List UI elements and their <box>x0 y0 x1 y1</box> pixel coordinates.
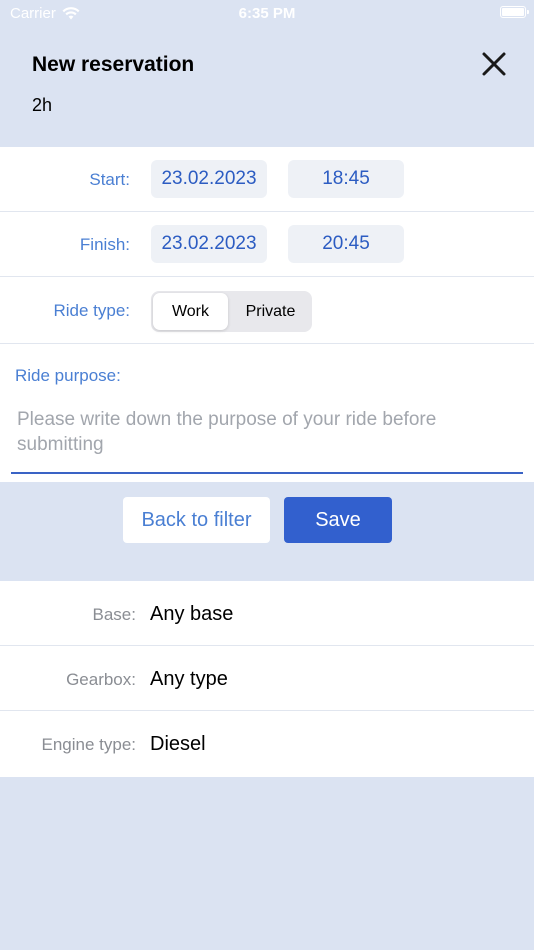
ride-type-row: Ride type: Work Private <box>0 277 534 344</box>
back-to-filter-button[interactable]: Back to filter <box>123 497 270 543</box>
sheet-header: New reservation 2h <box>0 22 534 146</box>
filter-summary: Base: Any base Gearbox: Any type Engine … <box>0 581 534 777</box>
filter-row-engine-type[interactable]: Engine type: Diesel <box>0 711 534 777</box>
ride-type-private-segment[interactable]: Private <box>231 293 310 330</box>
ride-type-segmented-control: Work Private <box>151 291 312 332</box>
filter-row-base[interactable]: Base: Any base <box>0 581 534 646</box>
reservation-sheet: New reservation 2h Start: 23.02.2023 18:… <box>0 22 534 950</box>
start-date-picker[interactable]: 23.02.2023 <box>151 160 267 198</box>
ride-type-label: Ride type: <box>53 301 130 320</box>
base-label: Base: <box>92 605 136 624</box>
ride-type-work-segment[interactable]: Work <box>153 293 228 330</box>
finish-row: Finish: 23.02.2023 20:45 <box>0 212 534 277</box>
close-button[interactable] <box>474 44 514 84</box>
filter-row-gearbox[interactable]: Gearbox: Any type <box>0 646 534 711</box>
duration-text: 2h <box>32 95 53 115</box>
gearbox-value[interactable]: Any type <box>150 668 228 691</box>
engine-type-label: Engine type: <box>41 735 136 754</box>
close-icon <box>482 52 506 76</box>
page-title: New reservation <box>32 53 195 76</box>
finish-date-picker[interactable]: 23.02.2023 <box>151 225 267 263</box>
reservation-form: Start: 23.02.2023 18:45 Finish: 23.02.20… <box>0 147 534 482</box>
start-time-picker[interactable]: 18:45 <box>288 160 404 198</box>
engine-type-value[interactable]: Diesel <box>150 733 206 756</box>
base-value[interactable]: Any base <box>150 603 233 626</box>
status-time: 6:35 PM <box>238 5 296 22</box>
finish-time-picker[interactable]: 20:45 <box>288 225 404 263</box>
start-row: Start: 23.02.2023 18:45 <box>0 147 534 212</box>
save-button[interactable]: Save <box>284 497 392 543</box>
battery-icon <box>500 6 529 18</box>
start-label: Start: <box>89 170 130 189</box>
ride-purpose-row: Ride purpose: <box>0 344 534 482</box>
finish-label: Finish: <box>79 235 130 254</box>
ride-purpose-label: Ride purpose: <box>15 366 121 385</box>
ride-purpose-input[interactable] <box>11 404 523 474</box>
gearbox-label: Gearbox: <box>66 670 136 689</box>
